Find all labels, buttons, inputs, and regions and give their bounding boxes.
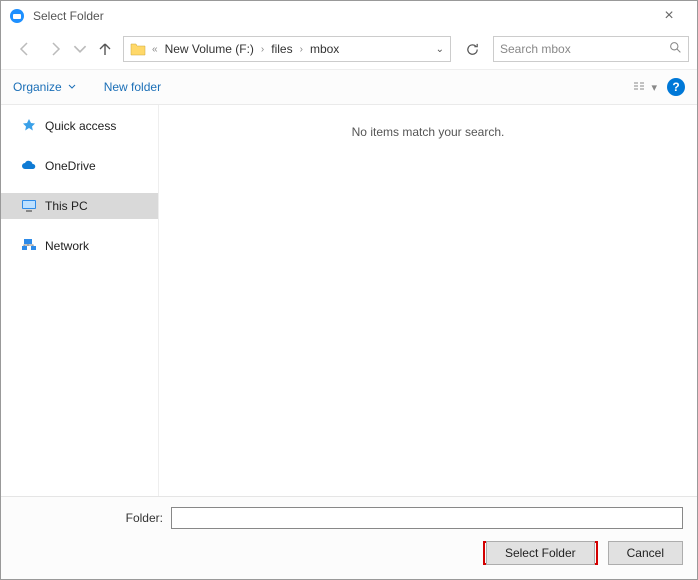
folder-input[interactable] xyxy=(171,507,683,529)
refresh-button[interactable] xyxy=(457,36,487,62)
cancel-button[interactable]: Cancel xyxy=(608,541,683,565)
breadcrumb-prefix: « xyxy=(150,44,160,55)
empty-message: No items match your search. xyxy=(352,125,505,139)
star-icon xyxy=(21,118,37,134)
sidebar-item-network[interactable]: Network xyxy=(1,233,158,259)
search-icon xyxy=(669,41,682,57)
window-title: Select Folder xyxy=(33,9,649,23)
titlebar: Select Folder × xyxy=(1,1,697,31)
toolbar: Organize New folder ▾ ? xyxy=(1,69,697,105)
app-icon xyxy=(9,8,25,24)
recent-dropdown-icon[interactable] xyxy=(73,37,87,61)
select-folder-button[interactable]: Select Folder xyxy=(486,541,595,565)
organize-menu[interactable]: Organize xyxy=(13,80,76,94)
back-button[interactable] xyxy=(13,37,37,61)
cloud-icon xyxy=(21,158,37,174)
chevron-right-icon: › xyxy=(298,44,305,55)
breadcrumb-drive[interactable]: New Volume (F:) xyxy=(162,42,257,56)
folder-row: Folder: xyxy=(15,507,683,529)
chevron-right-icon: › xyxy=(259,44,266,55)
folder-label: Folder: xyxy=(15,511,163,525)
footer: Folder: Select Folder Cancel xyxy=(1,496,697,579)
file-list-area: No items match your search. xyxy=(159,105,697,496)
sidebar-item-this-pc[interactable]: This PC xyxy=(1,193,158,219)
button-row: Select Folder Cancel xyxy=(15,541,683,565)
address-bar[interactable]: « New Volume (F:) › files › mbox ⌄ xyxy=(123,36,451,62)
dropdown-icon xyxy=(68,83,76,91)
help-button[interactable]: ? xyxy=(667,78,685,96)
address-dropdown-icon[interactable]: ⌄ xyxy=(436,44,444,55)
forward-button[interactable] xyxy=(43,37,67,61)
search-input[interactable]: Search mbox xyxy=(493,36,689,62)
close-button[interactable]: × xyxy=(649,7,689,25)
breadcrumb-seg2[interactable]: mbox xyxy=(307,42,342,56)
folder-icon xyxy=(128,42,148,56)
monitor-icon xyxy=(21,198,37,214)
view-options-button[interactable]: ▾ xyxy=(633,81,657,94)
nav-row: « New Volume (F:) › files › mbox ⌄ Searc… xyxy=(1,31,697,69)
up-button[interactable] xyxy=(93,37,117,61)
sidebar-item-quick-access[interactable]: Quick access xyxy=(1,113,158,139)
sidebar-item-onedrive[interactable]: OneDrive xyxy=(1,153,158,179)
breadcrumb-seg1[interactable]: files xyxy=(268,42,295,56)
body: Quick access OneDrive This PC xyxy=(1,105,697,496)
new-folder-button[interactable]: New folder xyxy=(104,80,161,94)
select-folder-dialog: Select Folder × « New Volume (F:) › file… xyxy=(0,0,698,580)
network-icon xyxy=(21,238,37,254)
select-folder-highlight: Select Folder xyxy=(483,541,598,565)
search-placeholder: Search mbox xyxy=(500,42,669,56)
sidebar: Quick access OneDrive This PC xyxy=(1,105,159,496)
